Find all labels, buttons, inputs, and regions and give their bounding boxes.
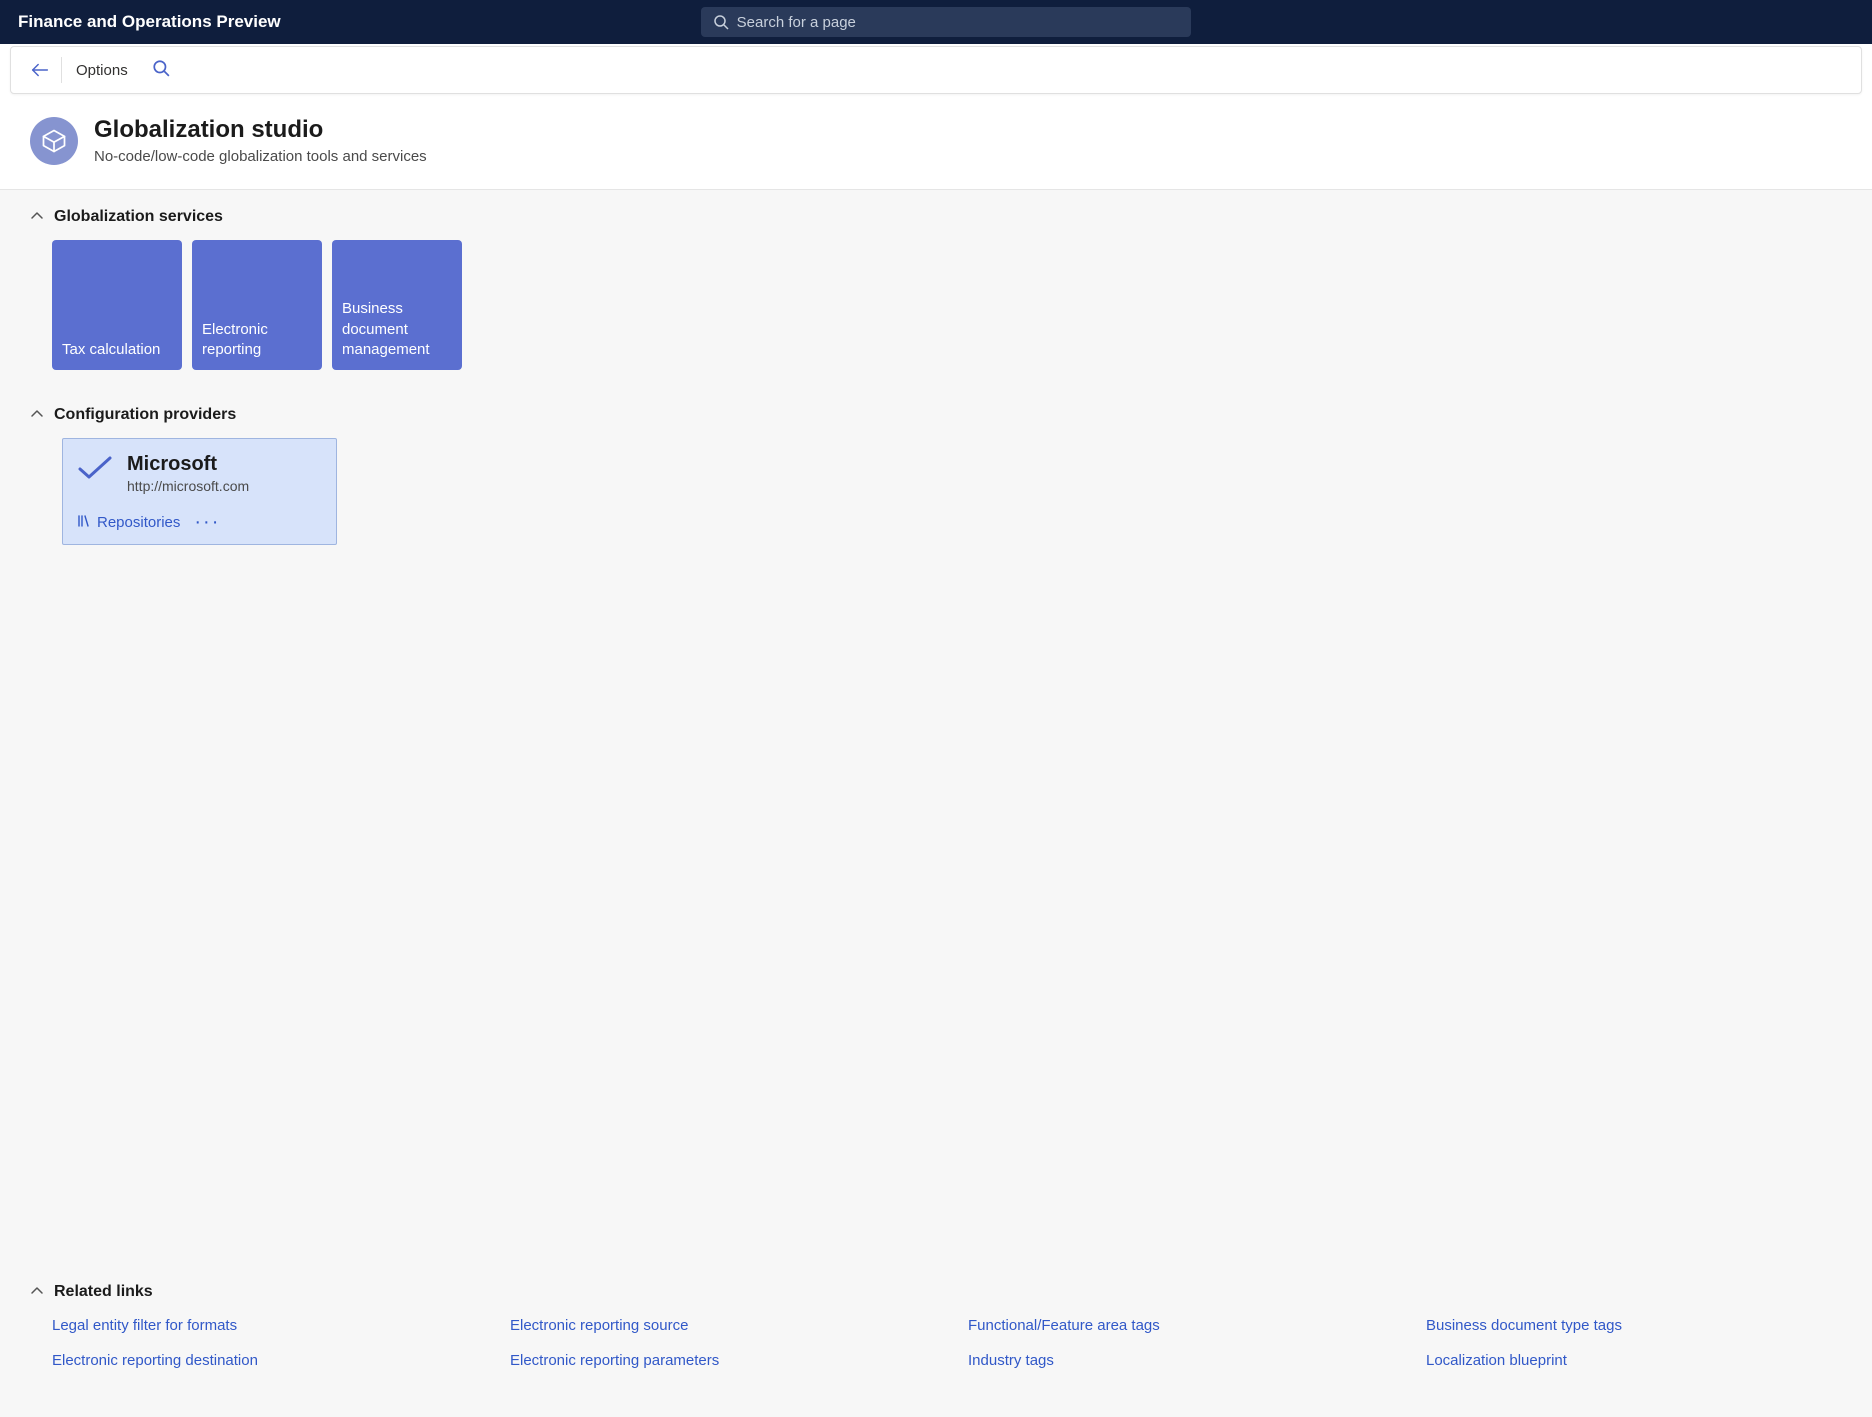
tile-tax-calculation[interactable]: Tax calculation [52, 240, 182, 370]
section-configuration-providers: Configuration providers Microsoft http:/… [28, 406, 1844, 585]
section-title: Configuration providers [54, 406, 236, 424]
section-header-configuration-providers[interactable]: Configuration providers [28, 406, 1844, 424]
section-title: Globalization services [54, 208, 223, 226]
repositories-link[interactable]: Repositories [77, 514, 180, 531]
provider-name: Microsoft [127, 453, 249, 476]
global-search-input[interactable]: Search for a page [701, 7, 1191, 37]
chevron-up-icon [28, 407, 46, 423]
section-header-globalization-services[interactable]: Globalization services [28, 208, 1844, 226]
workspace-icon [30, 117, 78, 165]
page-header: Globalization studio No-code/low-code gl… [0, 94, 1872, 190]
tile-label: Tax calculation [62, 340, 160, 360]
chevron-up-icon [28, 1284, 46, 1300]
link-legal-entity-filter[interactable]: Legal entity filter for formats [52, 1317, 470, 1334]
link-localization-blueprint[interactable]: Localization blueprint [1426, 1352, 1844, 1369]
chevron-up-icon [28, 209, 46, 225]
tile-label: Business document management [342, 299, 452, 360]
repositories-label: Repositories [97, 514, 180, 531]
tile-label: Electronic reporting [202, 320, 312, 361]
related-links-grid: Legal entity filter for formats Electron… [52, 1317, 1844, 1369]
link-er-parameters[interactable]: Electronic reporting parameters [510, 1352, 928, 1369]
repository-icon [77, 514, 91, 531]
top-navbar: Finance and Operations Preview Search fo… [0, 0, 1872, 44]
provider-card-microsoft[interactable]: Microsoft http://microsoft.com Repositor… [62, 438, 337, 545]
search-icon [152, 59, 170, 77]
section-related-links: Related links Legal entity filter for fo… [28, 1283, 1844, 1369]
section-globalization-services: Globalization services Tax calculation E… [28, 208, 1844, 398]
back-arrow-icon [29, 59, 51, 81]
page-title: Globalization studio [94, 116, 427, 144]
link-functional-tags[interactable]: Functional/Feature area tags [968, 1317, 1386, 1334]
content-body: Globalization services Tax calculation E… [0, 190, 1872, 1417]
toolbar-search-button[interactable] [152, 59, 170, 82]
section-header-related-links[interactable]: Related links [28, 1283, 1844, 1301]
action-toolbar: Options [10, 46, 1862, 94]
link-industry-tags[interactable]: Industry tags [968, 1352, 1386, 1369]
page-subtitle: No-code/low-code globalization tools and… [94, 148, 427, 165]
tile-business-document-management[interactable]: Business document management [332, 240, 462, 370]
app-title: Finance and Operations Preview [18, 12, 281, 32]
search-icon [713, 14, 729, 30]
options-button[interactable]: Options [76, 62, 128, 79]
checkmark-icon [77, 455, 113, 484]
section-title: Related links [54, 1283, 153, 1301]
provider-url: http://microsoft.com [127, 478, 249, 494]
tile-electronic-reporting[interactable]: Electronic reporting [192, 240, 322, 370]
back-button[interactable] [29, 57, 62, 83]
tiles-container: Tax calculation Electronic reporting Bus… [52, 240, 1844, 370]
link-bd-type-tags[interactable]: Business document type tags [1426, 1317, 1844, 1334]
link-er-source[interactable]: Electronic reporting source [510, 1317, 928, 1334]
more-actions-button[interactable]: ··· [194, 512, 220, 532]
link-er-destination[interactable]: Electronic reporting destination [52, 1352, 470, 1369]
search-placeholder: Search for a page [737, 15, 856, 30]
